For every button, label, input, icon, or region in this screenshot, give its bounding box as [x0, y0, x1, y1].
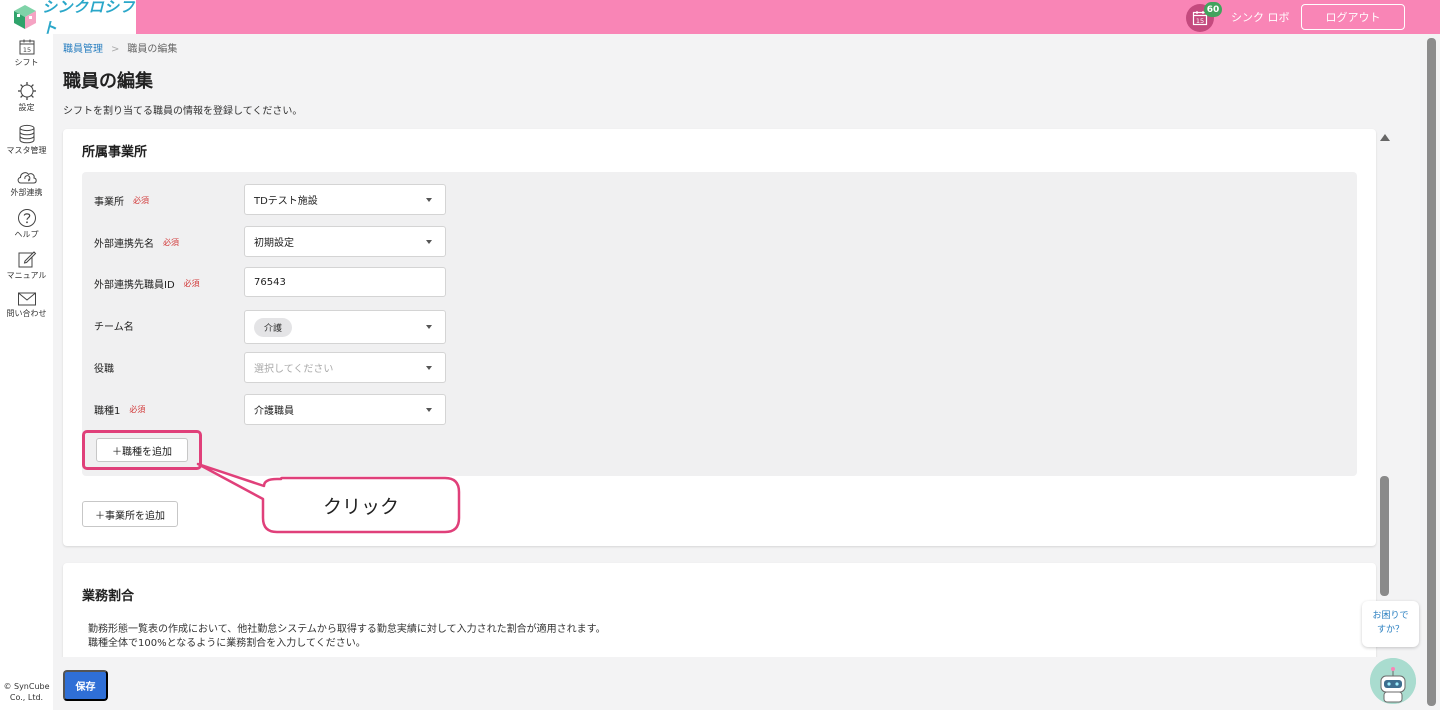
- sidebar-item-master[interactable]: マスタ管理: [0, 124, 53, 156]
- integration-name-label: 外部連携先名 必須: [94, 235, 179, 250]
- required-badge: 必須: [133, 196, 149, 205]
- save-button[interactable]: 保存: [63, 670, 108, 701]
- help-bubble-line: お困りで: [1372, 611, 1409, 621]
- sidebar-item-settings[interactable]: 設定: [0, 81, 53, 113]
- work-ratio-description: 勤務形態一覧表の作成において、他社勤怠システムから取得する勤怠実績に対して入力さ…: [88, 623, 606, 651]
- database-icon: [19, 124, 34, 144]
- cloud-sync-icon: [17, 172, 37, 184]
- required-badge: 必須: [129, 405, 146, 414]
- field-label-text: 役職: [94, 364, 114, 375]
- mail-icon: [17, 292, 36, 306]
- position-label: 役職: [94, 360, 114, 375]
- sidebar-item-contact[interactable]: 問い合わせ: [0, 291, 53, 319]
- field-label-text: 外部連携先名: [94, 239, 154, 250]
- calendar-icon: 15: [19, 39, 34, 55]
- app-logo[interactable]: シンクロシフト: [0, 0, 136, 37]
- team-name-select[interactable]: 介護: [244, 310, 446, 344]
- notification-count-badge: 60: [1204, 2, 1222, 17]
- description-line: 職種全体で100%となるように業務割合を入力してください。: [88, 638, 366, 649]
- breadcrumb: 職員管理 > 職員の編集: [63, 40, 177, 55]
- chevron-down-icon: [426, 408, 432, 412]
- sidebar-item-label: ヘルプ: [14, 230, 39, 239]
- page-scrollbar-thumb[interactable]: [1427, 38, 1436, 706]
- chevron-down-icon: [426, 198, 432, 202]
- required-badge: 必須: [163, 238, 179, 247]
- field-label-text: チーム名: [94, 322, 134, 333]
- chevron-down-icon: [426, 325, 432, 329]
- user-name: シンク ロボ: [1231, 11, 1290, 24]
- integration-name-value: 初期設定: [254, 238, 294, 249]
- job-type-label: 職種1 必須: [94, 402, 145, 417]
- help-bubble-line: すか？: [1376, 625, 1404, 635]
- sidebar-item-label: マニュアル: [6, 271, 47, 280]
- breadcrumb-separator: >: [111, 44, 120, 55]
- sidebar-item-label: マスタ管理: [6, 146, 47, 155]
- add-office-button[interactable]: ＋事業所を追加: [82, 501, 178, 527]
- gear-icon: [17, 82, 36, 100]
- robot-icon: [1370, 658, 1416, 704]
- help-robot-button[interactable]: [1370, 658, 1416, 704]
- logo-text: シンクロシフト: [42, 0, 136, 37]
- position-select[interactable]: 選択してください: [244, 352, 446, 383]
- svg-text:15: 15: [22, 46, 30, 54]
- scroll-up-arrow-icon[interactable]: [1380, 134, 1390, 141]
- job-type-select-value: 介護職員: [254, 406, 294, 417]
- edit-icon: [18, 251, 36, 268]
- help-speech-bubble[interactable]: お困りで すか？: [1362, 601, 1419, 647]
- copyright-line: Co., Ltd.: [9, 693, 44, 702]
- office-form-panel: 事業所 必須 TDテスト施設 外部連携先名 必須 初期設定 外部連携先職員ID …: [82, 172, 1357, 476]
- sidebar: 15 シフト 設定 マスタ管理 外部連携 ヘルプ マニュアル 問い合わせ: [0, 34, 53, 710]
- office-select-value: TDテスト施設: [254, 196, 318, 207]
- office-field-label: 事業所 必須: [94, 193, 149, 208]
- chevron-down-icon: [426, 240, 432, 244]
- copyright: © SynCube Co., Ltd.: [0, 681, 53, 703]
- sidebar-item-integration[interactable]: 外部連携: [0, 168, 53, 198]
- work-ratio-section-title: 業務割合: [82, 589, 135, 604]
- breadcrumb-staff-management[interactable]: 職員管理: [63, 44, 103, 55]
- top-header: シンクロシフト 15 60 シンク ロボ ログアウト: [0, 0, 1440, 37]
- page-title: 職員の編集: [63, 71, 153, 92]
- field-label-text: 職種1: [94, 406, 121, 417]
- office-select[interactable]: TDテスト施設: [244, 184, 446, 215]
- svg-text:15: 15: [1196, 17, 1204, 25]
- sidebar-item-help[interactable]: ヘルプ: [0, 208, 53, 240]
- bottom-action-bar: [53, 657, 1423, 710]
- sidebar-item-label: 問い合わせ: [6, 309, 47, 318]
- team-name-label: チーム名: [94, 318, 134, 333]
- required-badge: 必須: [183, 279, 200, 288]
- callout-text: クリック: [322, 495, 399, 518]
- team-chip: 介護: [254, 317, 293, 337]
- field-label-text: 外部連携先職員ID: [94, 280, 175, 291]
- job-type-select[interactable]: 介護職員: [244, 394, 446, 425]
- field-label-text: 事業所: [94, 197, 124, 208]
- sidebar-item-shift[interactable]: 15 シフト: [0, 38, 53, 68]
- logo-mark-icon: [12, 4, 38, 30]
- breadcrumb-current: 職員の編集: [127, 44, 178, 55]
- description-line: 勤務形態一覧表の作成において、他社勤怠システムから取得する勤怠実績に対して入力さ…: [88, 624, 606, 635]
- chevron-down-icon: [426, 366, 432, 370]
- content-scrollbar-thumb[interactable]: [1380, 476, 1389, 596]
- position-select-placeholder: 選択してください: [254, 364, 334, 375]
- sidebar-item-label: 設定: [18, 103, 35, 112]
- sidebar-item-label: 外部連携: [10, 188, 43, 197]
- question-icon: [17, 209, 36, 227]
- page-description: シフトを割り当てる職員の情報を登録してください。: [63, 106, 303, 117]
- integration-staff-id-label: 外部連携先職員ID 必須: [94, 276, 200, 291]
- sidebar-item-manual[interactable]: マニュアル: [0, 249, 53, 281]
- sidebar-item-label: シフト: [14, 58, 39, 67]
- office-section-title: 所属事業所: [82, 145, 148, 160]
- logout-button[interactable]: ログアウト: [1301, 4, 1405, 30]
- integration-name-select[interactable]: 初期設定: [244, 226, 446, 257]
- integration-staff-id-input[interactable]: 76543: [244, 267, 446, 297]
- integration-staff-id-value: 76543: [254, 276, 286, 288]
- copyright-line: © SynCube: [3, 682, 50, 691]
